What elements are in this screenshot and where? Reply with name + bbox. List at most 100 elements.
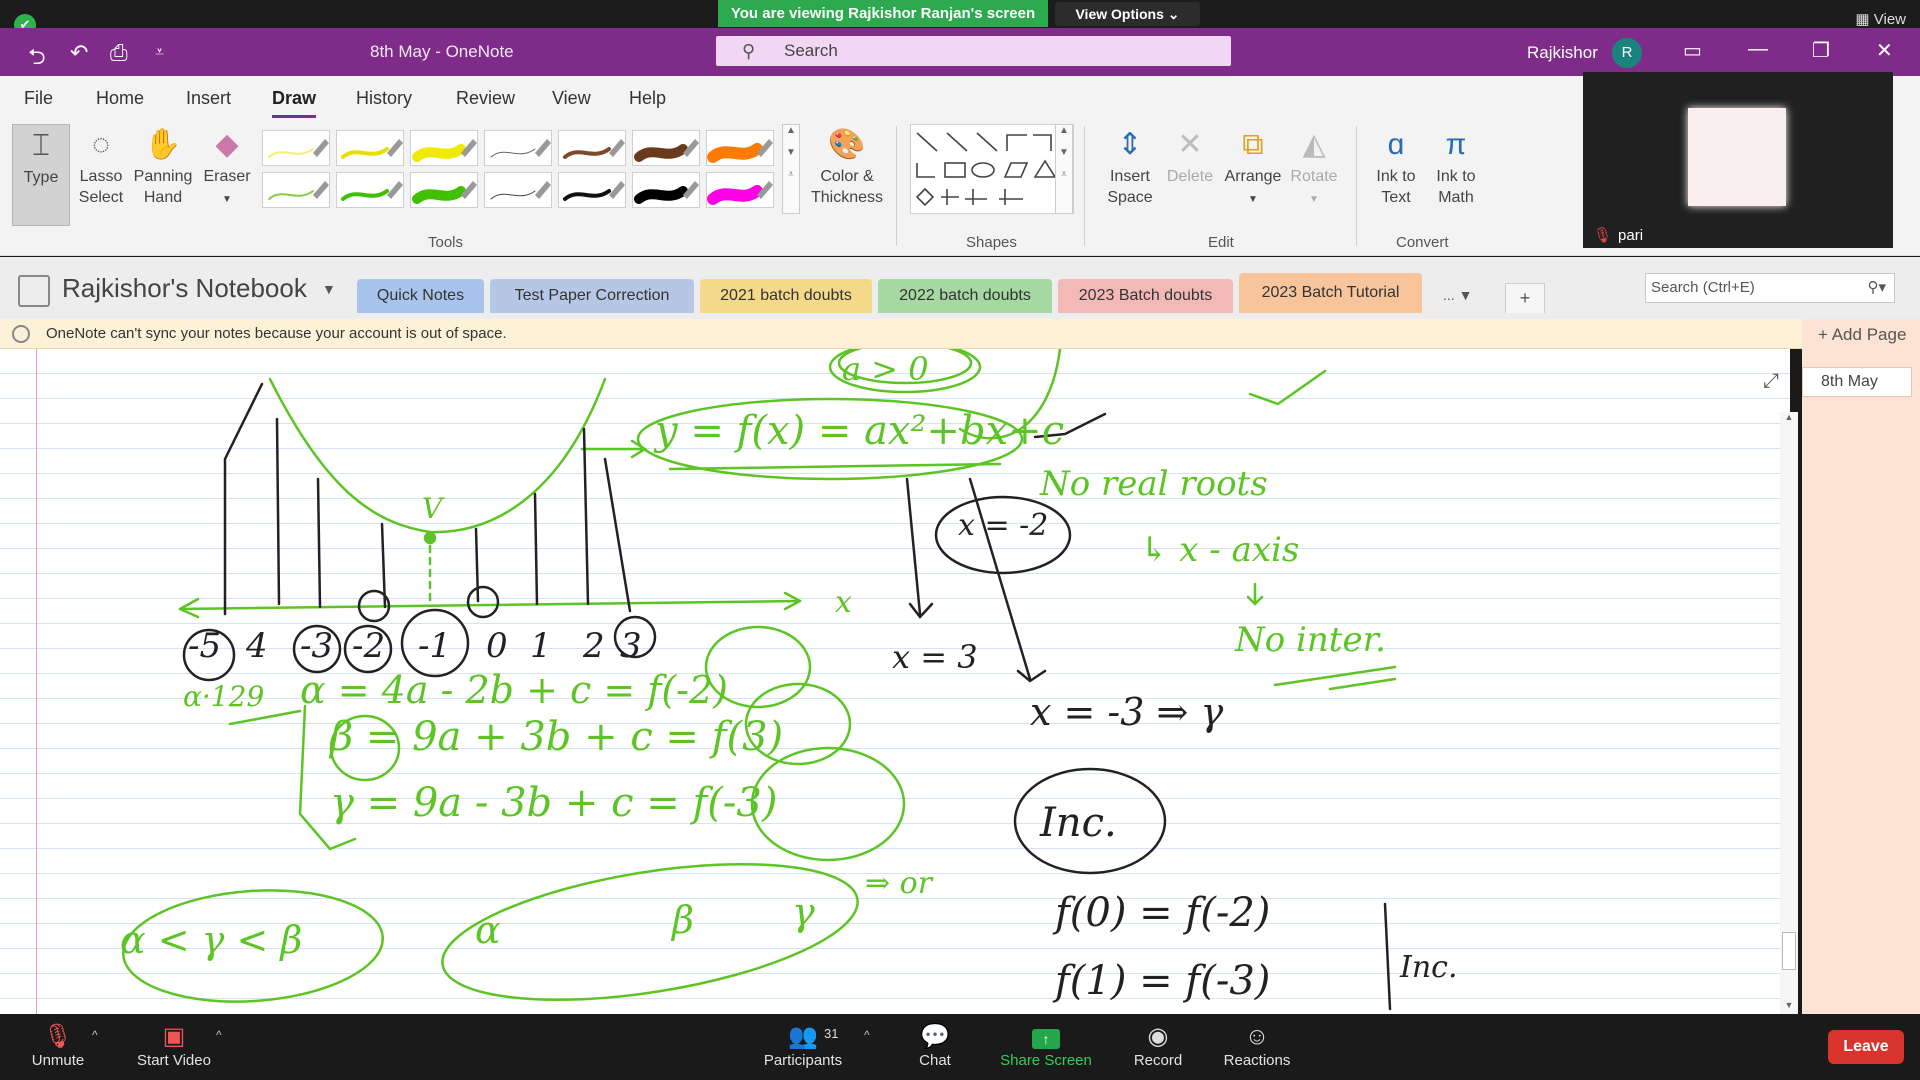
expand-icon[interactable]: ⤢: [1763, 370, 1779, 393]
ink-to-text-button[interactable]: ɑ Ink to Text: [1366, 124, 1426, 208]
scroll-thumb[interactable]: [1782, 932, 1796, 970]
tab-draw[interactable]: Draw: [272, 88, 317, 118]
avatar[interactable]: R: [1612, 38, 1642, 68]
sync-error-icon: [12, 325, 30, 343]
pen-stroke-icon: [490, 139, 551, 158]
reactions-button[interactable]: ☺ Reactions: [1222, 1022, 1292, 1069]
pen-swatch[interactable]: [336, 172, 404, 208]
section-tab-test-paper-correction[interactable]: Test Paper Correction: [490, 279, 694, 313]
pen-stroke-icon: [634, 181, 699, 204]
reactions-label: Reactions: [1223, 1052, 1291, 1069]
arrange-button[interactable]: ⧉ Arrange ▼: [1220, 124, 1286, 210]
ink-to-math-button[interactable]: π Ink to Math: [1426, 124, 1486, 208]
insert-space-button[interactable]: ⇕ Insert Space: [1100, 124, 1160, 208]
print-icon[interactable]: ⎙: [110, 40, 128, 66]
unmute-button[interactable]: 🎙 Unmute: [28, 1022, 88, 1069]
rotate-button[interactable]: ◭ Rotate ▼: [1284, 124, 1344, 210]
shapes-group-label: Shapes: [966, 234, 1017, 251]
delete-button[interactable]: ✕ Delete: [1164, 124, 1216, 187]
tab-file[interactable]: File: [24, 88, 53, 109]
vertical-scrollbar[interactable]: ▲ ▼: [1780, 412, 1798, 1014]
undo-icon[interactable]: ↶: [70, 40, 88, 66]
pen-swatch[interactable]: [558, 172, 626, 208]
close-icon[interactable]: ✕: [1876, 38, 1893, 63]
share-screen-label: Share Screen: [1000, 1052, 1092, 1069]
pen-swatch[interactable]: [632, 130, 700, 166]
section-tab-quick-notes[interactable]: Quick Notes: [357, 279, 484, 313]
section-tab-2023-batch-doubts[interactable]: 2023 Batch doubts: [1058, 279, 1233, 313]
user-name[interactable]: Rajkishor: [1527, 43, 1598, 63]
chat-button[interactable]: 💬 Chat: [910, 1022, 960, 1069]
pen-swatch[interactable]: [336, 130, 404, 166]
zoom-view-button[interactable]: ▦ View: [1855, 10, 1906, 28]
pen-swatch[interactable]: [484, 172, 552, 208]
pen-swatch[interactable]: [632, 172, 700, 208]
shapes-gallery[interactable]: [910, 124, 1074, 214]
panning-hand-button[interactable]: ✋ Panning Hand: [132, 124, 194, 208]
video-options-caret-icon[interactable]: ^: [216, 1028, 222, 1042]
pen-swatch[interactable]: [484, 130, 552, 166]
tab-review[interactable]: Review: [456, 88, 515, 109]
type-button[interactable]: ⌶ Type: [12, 124, 70, 226]
muted-mic-icon: 🎙: [1593, 227, 1613, 244]
no-real-roots-label: No real roots: [1040, 464, 1268, 504]
restore-icon[interactable]: ❐: [1812, 38, 1830, 63]
audio-options-caret-icon[interactable]: ^: [92, 1028, 98, 1042]
ink-to-text-label-2: Text: [1381, 189, 1411, 206]
scroll-up-icon[interactable]: ▲: [1780, 412, 1798, 426]
tab-history[interactable]: History: [356, 88, 412, 109]
ribbon-separator: [896, 126, 897, 246]
lasso-select-button[interactable]: ◌ Lasso Select: [72, 124, 130, 208]
chat-icon: 💬: [920, 1023, 950, 1050]
convert-group-label: Convert: [1396, 234, 1449, 251]
pen-swatch[interactable]: [558, 130, 626, 166]
record-button[interactable]: ◉ Record: [1128, 1022, 1188, 1069]
ribbon-display-icon[interactable]: ▭: [1683, 38, 1702, 63]
section-tab-2022-batch-doubts[interactable]: 2022 batch doubts: [878, 279, 1052, 313]
tab-home[interactable]: Home: [96, 88, 144, 109]
sections-more-button[interactable]: ... ▼: [1443, 287, 1472, 303]
add-page-button[interactable]: + Add Page: [1818, 325, 1906, 345]
tab-insert[interactable]: Insert: [186, 88, 231, 109]
page-list-item[interactable]: 8th May: [1802, 367, 1912, 397]
pen-swatch[interactable]: [410, 130, 478, 166]
eraser-button[interactable]: ◆ Eraser ▼: [198, 124, 256, 210]
pen-swatch[interactable]: [262, 130, 330, 166]
pen-stroke-icon: [341, 139, 403, 159]
color-thickness-button[interactable]: 🎨 Color & Thickness: [808, 124, 886, 208]
add-section-button[interactable]: +: [1505, 283, 1545, 313]
search-pages-input[interactable]: Search (Ctrl+E) ⚲▾: [1645, 273, 1895, 303]
customize-toolbar-icon[interactable]: ⩡: [155, 44, 164, 62]
eraser-caret-icon: ▼: [222, 194, 232, 205]
notebook-icon[interactable]: [18, 275, 50, 307]
pen-swatch[interactable]: [706, 172, 774, 208]
zoom-top-bar: ✔ You are viewing Rajkishor Ranjan's scr…: [0, 0, 1920, 36]
x-eq-3-label: x = 3: [892, 638, 978, 676]
pen-stroke-icon: [563, 181, 625, 201]
minimize-icon[interactable]: —: [1748, 38, 1768, 61]
notebook-name[interactable]: Rajkishor's Notebook: [62, 273, 307, 304]
pen-stroke-icon: [707, 139, 773, 163]
participants-caret-icon[interactable]: ^: [864, 1028, 870, 1042]
back-icon[interactable]: ⮌: [28, 40, 46, 78]
start-video-button[interactable]: ▣ Start Video: [132, 1022, 216, 1069]
shapes-gallery-scroll[interactable]: ▲ ▼ ⩡: [1055, 124, 1073, 214]
view-options-button[interactable]: View Options ⌄: [1055, 2, 1200, 26]
title-search-input[interactable]: ⚲ Search: [716, 36, 1231, 66]
participant-video-thumbnail[interactable]: 🎙 pari: [1583, 72, 1893, 248]
notebook-dropdown-icon[interactable]: ▼: [322, 281, 336, 297]
share-screen-button[interactable]: ↑ Share Screen: [1000, 1022, 1092, 1069]
leave-button[interactable]: Leave: [1828, 1030, 1904, 1064]
section-tab-2021-batch-doubts[interactable]: 2021 batch doubts: [700, 279, 872, 313]
pen-gallery-scroll[interactable]: ▲ ▼ ⩡: [782, 124, 800, 214]
tab-view[interactable]: View: [552, 88, 591, 109]
x-eq-m3-label: x = -3 ⇒ γ: [1030, 690, 1224, 734]
pen-swatch[interactable]: [706, 130, 774, 166]
tab-help[interactable]: Help: [629, 88, 666, 109]
scroll-down-icon[interactable]: ▼: [1780, 1000, 1798, 1014]
pen-swatch[interactable]: [262, 172, 330, 208]
section-tab-2023-batch-tutorial[interactable]: 2023 Batch Tutorial: [1239, 273, 1422, 313]
pen-swatch[interactable]: [410, 172, 478, 208]
type-label: Type: [23, 169, 59, 186]
add-page-label: Add Page: [1831, 325, 1907, 344]
